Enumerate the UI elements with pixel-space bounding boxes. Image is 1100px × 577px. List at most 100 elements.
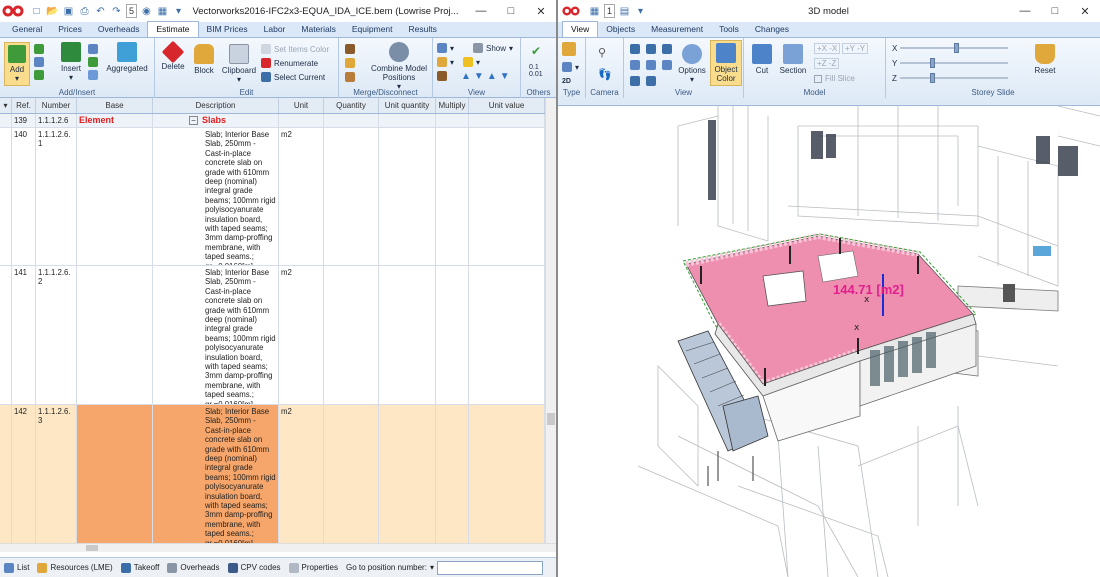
table-row-selected[interactable]: 142 1.1.1.2.6. 3 Slab; Interior Base Sla… bbox=[0, 405, 545, 543]
clipboard-button[interactable]: Clipboard ▾ bbox=[221, 44, 257, 84]
x-slider-thumb[interactable] bbox=[954, 43, 960, 53]
add-small-3[interactable] bbox=[34, 70, 44, 80]
zoom-icon[interactable]: ⚲ bbox=[598, 46, 606, 59]
view-preset-4[interactable] bbox=[630, 60, 640, 70]
z-plus-minus-button[interactable]: +Z -Z bbox=[814, 58, 840, 69]
two-d-button[interactable]: 2D bbox=[562, 78, 571, 85]
table-row-group[interactable]: 139 1.1.1.2.6 Element − Slabs bbox=[0, 114, 545, 128]
tab-measurement[interactable]: Measurement bbox=[643, 22, 711, 37]
combine-model-positions-button[interactable]: Combine Model Positions ▾ bbox=[369, 42, 429, 91]
view-preset-3[interactable] bbox=[662, 44, 672, 54]
window-icon[interactable]: ▦ bbox=[156, 5, 169, 18]
new-file-icon[interactable]: □ bbox=[30, 5, 43, 18]
checkmark-icon[interactable]: ✔ bbox=[531, 44, 541, 58]
tab-equipment[interactable]: Equipment bbox=[344, 22, 401, 37]
maximize-icon[interactable]: □ bbox=[496, 5, 526, 18]
tab-labor[interactable]: Labor bbox=[256, 22, 294, 37]
customize-icon[interactable]: ▾ bbox=[634, 5, 647, 18]
tab-prices[interactable]: Prices bbox=[50, 22, 90, 37]
delete-button[interactable]: Delete bbox=[159, 40, 187, 71]
close-icon[interactable]: ✕ bbox=[526, 5, 556, 18]
print-icon[interactable]: ⎙ bbox=[78, 5, 91, 18]
col-ref[interactable]: Ref. bbox=[12, 98, 36, 113]
col-multiply[interactable]: Multiply bbox=[436, 98, 469, 113]
tab-tools[interactable]: Tools bbox=[711, 22, 747, 37]
col-quantity[interactable]: Quantity bbox=[324, 98, 379, 113]
close-icon[interactable]: ✕ bbox=[1070, 5, 1100, 18]
insert-button[interactable]: Insert ▾ bbox=[56, 42, 86, 82]
col-number[interactable]: Number bbox=[36, 98, 77, 113]
tab-changes[interactable]: Changes bbox=[747, 22, 797, 37]
tab-view[interactable]: View bbox=[562, 21, 599, 37]
select-current-button[interactable]: Select Current bbox=[261, 72, 325, 82]
arrow-up-icon[interactable]: ▲ bbox=[461, 71, 471, 82]
status-takeoff-tab[interactable]: Takeoff bbox=[120, 562, 159, 573]
fill-slice-checkbox[interactable]: Fill Slice bbox=[814, 74, 855, 83]
minimize-icon[interactable]: — bbox=[1010, 5, 1040, 18]
y-slider[interactable]: Y bbox=[892, 58, 1009, 68]
y-slider-thumb[interactable] bbox=[930, 58, 936, 68]
record-icon[interactable]: ◉ bbox=[140, 5, 153, 18]
arrow-down-icon[interactable]: ▼ bbox=[474, 71, 484, 82]
options-button[interactable]: Options ▾ bbox=[676, 44, 708, 84]
pages-icon[interactable]: ▤ bbox=[618, 5, 631, 18]
minimize-icon[interactable]: — bbox=[466, 5, 496, 18]
maximize-icon[interactable]: □ bbox=[1040, 5, 1070, 18]
add-small-1[interactable] bbox=[34, 44, 44, 54]
tab-objects[interactable]: Objects bbox=[598, 22, 643, 37]
status-overheads-tab[interactable]: Overheads bbox=[167, 562, 220, 573]
z-slider-thumb[interactable] bbox=[929, 73, 935, 83]
table-row[interactable]: 140 1.1.1.2.6. 1 Slab; Interior Base Sla… bbox=[0, 128, 545, 266]
col-unit-quantity[interactable]: Unit quantity bbox=[379, 98, 436, 113]
add-small-2[interactable] bbox=[34, 57, 44, 67]
arrow-buttons[interactable]: ▲ ▼ ▲ ▼ bbox=[461, 71, 510, 82]
save-icon[interactable]: ▣ bbox=[62, 5, 75, 18]
arrow-up-alt-icon[interactable]: ▲ bbox=[487, 71, 497, 82]
set-items-color-button[interactable]: Set Items Color bbox=[261, 44, 329, 54]
open-folder-icon[interactable]: 📂 bbox=[46, 5, 59, 18]
model-viewport[interactable]: x x 144.71 [m2] bbox=[558, 106, 1100, 577]
grid-horizontal-scrollbar[interactable] bbox=[0, 543, 556, 552]
tab-estimate[interactable]: Estimate bbox=[147, 21, 199, 37]
h-scroll-thumb[interactable] bbox=[86, 545, 98, 551]
redo-icon[interactable]: ↷ bbox=[110, 5, 123, 18]
aggregated-button[interactable]: Aggregated bbox=[104, 42, 150, 73]
view-preset-6[interactable] bbox=[662, 60, 672, 70]
block-button[interactable]: Block bbox=[191, 44, 217, 75]
tab-results[interactable]: Results bbox=[401, 22, 445, 37]
x-slider[interactable]: X bbox=[892, 43, 1009, 53]
tab-materials[interactable]: Materials bbox=[293, 22, 343, 37]
view-preset-2[interactable] bbox=[646, 44, 656, 54]
show-button[interactable]: Show ▾ bbox=[473, 43, 513, 53]
merge-small-1[interactable] bbox=[345, 44, 355, 54]
tab-bim-prices[interactable]: BIM Prices bbox=[199, 22, 256, 37]
decimals-button[interactable]: 0.1 0.01 bbox=[529, 64, 543, 78]
merge-small-3[interactable] bbox=[345, 72, 355, 82]
y-plus-minus-button[interactable]: +Y -Y bbox=[842, 43, 869, 54]
collapse-button[interactable] bbox=[437, 71, 447, 81]
add-button[interactable]: Add ▾ bbox=[4, 42, 30, 86]
type-view-button[interactable]: ▾ bbox=[562, 62, 579, 72]
grid-vertical-scrollbar[interactable] bbox=[545, 98, 556, 543]
status-properties-tab[interactable]: Properties bbox=[288, 562, 338, 573]
page-count-select[interactable]: 1 bbox=[604, 4, 616, 18]
view-preset-5[interactable] bbox=[646, 60, 656, 70]
reset-button[interactable]: Reset bbox=[1030, 44, 1060, 75]
col-base[interactable]: Base bbox=[77, 98, 153, 113]
collapse-group-icon[interactable]: − bbox=[189, 116, 198, 125]
x-plus-minus-button[interactable]: +X -X bbox=[814, 43, 841, 54]
col-unit[interactable]: Unit bbox=[279, 98, 324, 113]
view-preset-8[interactable] bbox=[646, 76, 656, 86]
col-unit-value[interactable]: Unit value bbox=[469, 98, 545, 113]
tab-general[interactable]: General bbox=[4, 22, 50, 37]
customize-icon[interactable]: ▾ bbox=[172, 5, 185, 18]
scroll-thumb[interactable] bbox=[547, 413, 555, 425]
status-cpv-tab[interactable]: CPV codes bbox=[227, 562, 281, 573]
type-3d-button[interactable] bbox=[562, 42, 576, 56]
undo-count-select[interactable]: 5 bbox=[126, 4, 138, 18]
insert-small-2[interactable] bbox=[88, 57, 98, 67]
undo-icon[interactable]: ↶ bbox=[94, 5, 107, 18]
view-preset-1[interactable] bbox=[630, 44, 640, 54]
col-description[interactable]: Description bbox=[153, 98, 279, 113]
insert-small-3[interactable] bbox=[88, 70, 98, 80]
